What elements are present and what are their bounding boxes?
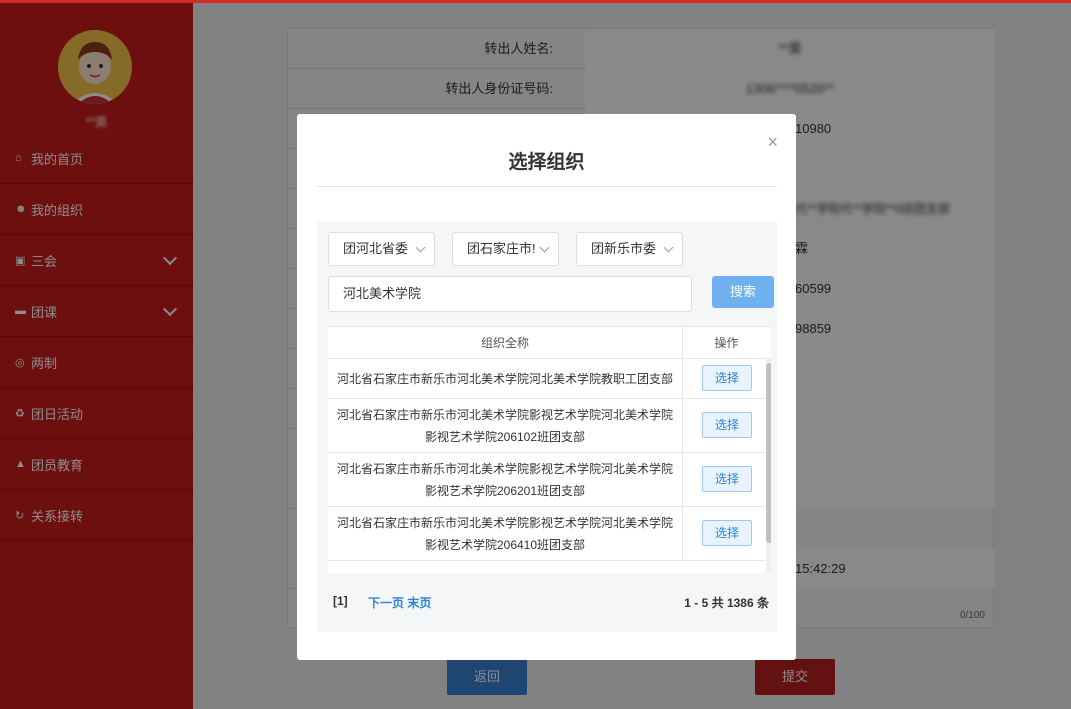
search-button[interactable]: 搜索 (712, 276, 774, 308)
table-row: 河北省石家庄市新乐市河北美术学院河北美术学院教职工团支部 选择 (328, 359, 771, 399)
table-row: 河北省石家庄市新乐市河北美术学院影视艺术学院河北美术学院影视艺术学院206201… (328, 453, 771, 507)
top-accent-bar (0, 0, 1071, 3)
table-row: 河北省石家庄市新乐市河北美术学院影视艺术学院河北美术学院影视艺术学院206102… (328, 399, 771, 453)
divider (317, 186, 777, 187)
page-summary: 1 - 5 共 1386 条 (684, 596, 769, 610)
op-cell: 选择 (682, 507, 770, 560)
table-scrollbar[interactable] (766, 359, 771, 573)
org-name-cell: 河北省石家庄市新乐市河北美术学院河北美术学院教职工团支部 (336, 372, 673, 386)
scrollbar-thumb[interactable] (766, 363, 771, 543)
select-button[interactable]: 选择 (702, 520, 752, 546)
keyword-input[interactable]: 河北美术学院 (328, 276, 692, 312)
county-select[interactable]: 团新乐市委 (576, 232, 683, 266)
org-name-cell: 河北省石家庄市新乐市河北美术学院影视艺术学院河北美术学院影视艺术学院206102… (336, 408, 673, 444)
op-cell: 选择 (682, 399, 770, 452)
org-search-panel: 团河北省委 团石家庄市! 团新乐市委 河北美术学院 搜索 组织全称 操作 河北省… (317, 222, 777, 632)
next-last-page-links[interactable]: 下一页 末页 (368, 594, 431, 611)
org-name-cell: 河北省石家庄市新乐市河北美术学院影视艺术学院河北美术学院影视艺术学院206201… (336, 462, 673, 498)
op-cell: 选择 (682, 359, 770, 398)
chevron-down-icon (539, 242, 550, 253)
select-org-modal: × 选择组织 团河北省委 团石家庄市! 团新乐市委 河北美术学院 搜索 组织全称… (297, 114, 796, 660)
org-name-cell: 河北省石家庄市新乐市河北美术学院影视艺术学院河北美术学院影视艺术学院206410… (336, 516, 673, 552)
pagination: [1] 下一页 末页 1 - 5 共 1386 条 (317, 594, 777, 614)
modal-title: 选择组织 (508, 152, 585, 173)
table-header: 组织全称 操作 (328, 327, 771, 359)
province-select[interactable]: 团河北省委 (328, 232, 435, 266)
chevron-down-icon (415, 242, 426, 253)
select-button[interactable]: 选择 (702, 365, 752, 391)
current-page: [1] (333, 594, 348, 608)
table-row: 河北省石家庄市新乐市河北美术学院影视艺术学院河北美术学院影视艺术学院206410… (328, 507, 771, 561)
op-cell: 选择 (682, 453, 770, 506)
city-select[interactable]: 团石家庄市! (452, 232, 559, 266)
column-header-op: 操作 (682, 327, 770, 359)
select-button[interactable]: 选择 (702, 466, 752, 492)
column-header-name: 组织全称 (480, 336, 529, 350)
select-button[interactable]: 选择 (702, 412, 752, 438)
org-table: 组织全称 操作 河北省石家庄市新乐市河北美术学院河北美术学院教职工团支部 选择 … (328, 326, 771, 573)
chevron-down-icon (663, 242, 674, 253)
